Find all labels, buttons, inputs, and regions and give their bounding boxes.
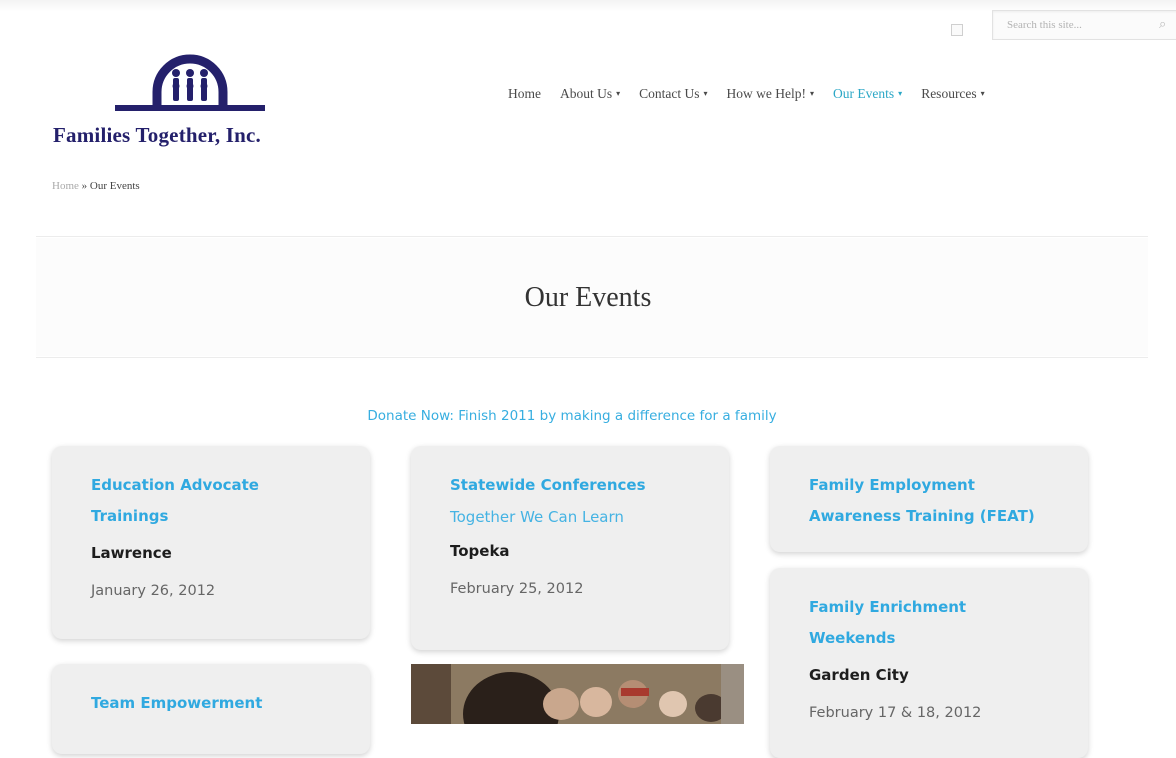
event-city: Garden City bbox=[809, 666, 909, 684]
page-title: Our Events bbox=[524, 282, 652, 313]
event-card-family-enrichment: Family Enrichment Weekends Garden City F… bbox=[770, 568, 1088, 758]
event-card-statewide-conferences: Statewide Conferences Together We Can Le… bbox=[411, 446, 729, 650]
site-logo[interactable]: Families Together, Inc. bbox=[53, 52, 343, 152]
donate-link[interactable]: Donate Now: Finish 2011 by making a diff… bbox=[0, 408, 1144, 424]
main-nav: Home About Us ▾ Contact Us ▾ How we Help! ▾… bbox=[508, 86, 985, 102]
event-city: Topeka bbox=[450, 542, 510, 560]
families-logo-icon bbox=[115, 54, 265, 111]
event-title-link[interactable]: Statewide Conferences bbox=[450, 470, 709, 501]
search-icon[interactable]: ⌕ bbox=[1159, 16, 1166, 32]
chevron-down-icon: ▾ bbox=[898, 89, 903, 98]
event-card-team-empowerment: Team Empowerment bbox=[52, 664, 370, 754]
event-title-line: Family Enrichment bbox=[809, 598, 967, 616]
breadcrumb-current: Our Events bbox=[89, 180, 140, 192]
event-city: Lawrence bbox=[91, 544, 172, 562]
event-date: February 17 & 18, 2012 bbox=[809, 705, 982, 721]
event-title-line: Weekends bbox=[809, 629, 896, 647]
event-title-link[interactable]: Education Advocate Trainings bbox=[91, 470, 350, 532]
nav-about-us[interactable]: About Us ▾ bbox=[560, 86, 620, 102]
nav-resources-label: Resources bbox=[921, 86, 977, 101]
nav-contact-us-label: Contact Us bbox=[639, 86, 700, 101]
chevron-down-icon: ▾ bbox=[810, 89, 815, 98]
nav-our-events-label: Our Events bbox=[833, 86, 895, 101]
nav-how-we-help-label: How we Help! bbox=[726, 86, 807, 101]
event-date: January 26, 2012 bbox=[91, 583, 216, 599]
event-card-feat: Family Employment Awareness Training (FE… bbox=[770, 446, 1088, 552]
event-title-link[interactable]: Family Employment Awareness Training (FE… bbox=[809, 470, 1068, 532]
event-date: February 25, 2012 bbox=[450, 581, 584, 597]
chevron-down-icon: ▾ bbox=[703, 89, 708, 98]
breadcrumb-separator: » bbox=[81, 180, 88, 192]
event-card-education-advocate: Education Advocate Trainings Lawrence Ja… bbox=[52, 446, 370, 639]
divider bbox=[36, 357, 1148, 358]
event-subtitle-link[interactable]: Together We Can Learn bbox=[450, 505, 709, 530]
event-title-line: Trainings bbox=[91, 507, 169, 525]
event-title-line: Family Employment bbox=[809, 476, 975, 494]
breadcrumb-home-link[interactable]: Home bbox=[52, 180, 79, 192]
nav-how-we-help[interactable]: How we Help! ▾ bbox=[727, 86, 815, 102]
event-photo[interactable] bbox=[411, 664, 744, 724]
nav-resources[interactable]: Resources ▾ bbox=[921, 86, 985, 102]
search-placeholder: Search this site... bbox=[1007, 19, 1082, 31]
event-photo-image bbox=[411, 664, 744, 724]
nav-home-label: Home bbox=[508, 86, 541, 101]
nav-our-events[interactable]: Our Events ▾ bbox=[833, 86, 902, 102]
chevron-down-icon: ▾ bbox=[616, 89, 621, 98]
nav-home[interactable]: Home bbox=[508, 86, 541, 102]
event-title-line: Awareness Training (FEAT) bbox=[809, 507, 1035, 525]
search-input[interactable]: Search this site... ⌕ bbox=[992, 10, 1176, 40]
logo-text: Families Together, Inc. bbox=[53, 123, 261, 147]
nav-contact-us[interactable]: Contact Us ▾ bbox=[639, 86, 707, 102]
event-title-link[interactable]: Family Enrichment Weekends bbox=[809, 592, 1068, 654]
nav-about-us-label: About Us bbox=[560, 86, 613, 101]
rss-icon[interactable] bbox=[951, 24, 963, 36]
chevron-down-icon: ▾ bbox=[980, 89, 985, 98]
event-title-link[interactable]: Team Empowerment bbox=[91, 688, 350, 719]
breadcrumb: Home » Our Events bbox=[52, 180, 140, 192]
event-title-line: Education Advocate bbox=[91, 476, 259, 494]
divider bbox=[36, 236, 1148, 237]
